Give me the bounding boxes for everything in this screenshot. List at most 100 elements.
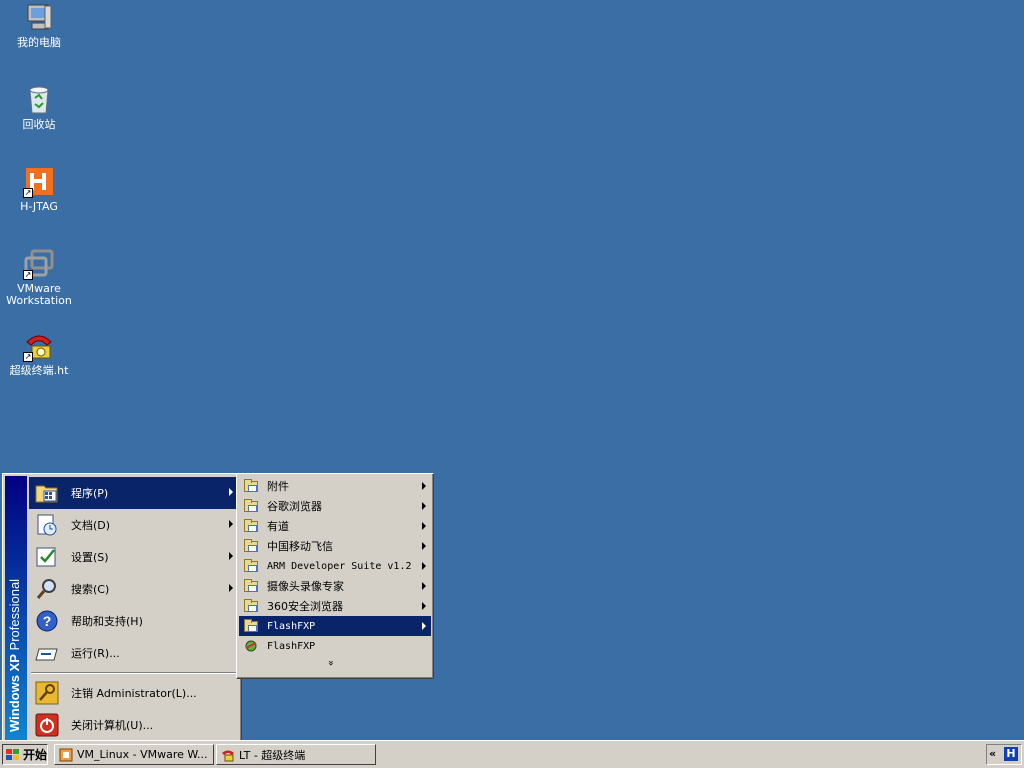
recycle-bin-icon	[23, 84, 55, 116]
desktop-icon-label: 回收站	[22, 118, 56, 131]
windows-logo-icon	[6, 748, 20, 761]
submenu-arrow-icon	[422, 502, 426, 510]
my-computer-icon	[23, 2, 55, 34]
vmware-icon: ↗	[23, 248, 55, 280]
taskbar-button-label: LT - 超级终端	[239, 748, 306, 762]
tray-expand-chevron-icon[interactable]: «	[989, 747, 996, 760]
desktop-icon-hyperterminal[interactable]: ↗ 超级终端.ht	[0, 330, 78, 377]
taskbar-button-vmware[interactable]: VM_Linux - VMware W...	[54, 744, 214, 765]
folder-icon	[243, 559, 259, 573]
shortcut-arrow-icon: ↗	[23, 188, 33, 198]
submenu-item-arm-developer-suite[interactable]: ARM Developer Suite v1.2	[239, 556, 431, 576]
submenu-item-label: ARM Developer Suite v1.2	[267, 560, 412, 572]
start-menu-item-search[interactable]: 搜索(C)	[29, 573, 239, 605]
submenu-item-label: 有道	[267, 520, 289, 533]
banner-edition: Professional	[7, 578, 22, 651]
start-menu-item-label: 帮助和支持(H)	[71, 615, 143, 628]
submenu-item-flashfxp-app[interactable]: FlashFXP	[239, 636, 431, 656]
desktop-icon-label: H-JTAG	[20, 200, 58, 213]
documents-icon	[35, 513, 59, 537]
start-menu-item-help[interactable]: ? 帮助和支持(H)	[29, 605, 239, 637]
submenu-item-label: FlashFXP	[267, 620, 316, 632]
submenu-arrow-icon	[422, 562, 426, 570]
start-menu-item-label: 关闭计算机(U)...	[71, 719, 154, 732]
desktop-icon-my-computer[interactable]: 我的电脑	[0, 2, 78, 49]
folder-icon	[243, 519, 259, 533]
start-menu-item-label: 运行(R)...	[71, 647, 120, 660]
folder-icon	[243, 619, 259, 633]
shutdown-icon	[35, 713, 59, 737]
start-menu-item-documents[interactable]: 文档(D)	[29, 509, 239, 541]
banner-brand: Windows	[7, 675, 22, 732]
shortcut-arrow-icon: ↗	[23, 270, 33, 280]
start-menu-item-label: 设置(S)	[71, 551, 109, 564]
start-menu-item-settings[interactable]: 设置(S)	[29, 541, 239, 573]
start-menu-banner: Windows XP Professional	[5, 476, 27, 740]
start-menu-item-label: 注销 Administrator(L)...	[71, 687, 197, 700]
submenu-item-fetion[interactable]: 中国移动飞信	[239, 536, 431, 556]
submenu-item-camera-recorder[interactable]: 摄像头录像专家	[239, 576, 431, 596]
submenu-arrow-icon	[422, 602, 426, 610]
taskbar-button-hyperterminal[interactable]: LT - 超级终端	[216, 744, 376, 765]
desktop-icon-h-jtag[interactable]: ↗ H-JTAG	[0, 166, 78, 213]
submenu-arrow-icon	[422, 622, 426, 630]
flashfxp-icon	[243, 639, 259, 653]
shortcut-arrow-icon: ↗	[23, 352, 33, 362]
submenu-item-google-chrome[interactable]: 谷歌浏览器	[239, 496, 431, 516]
h-jtag-icon: ↗	[23, 166, 55, 198]
submenu-item-label: 附件	[267, 480, 289, 493]
start-menu-item-logoff[interactable]: 注销 Administrator(L)...	[29, 677, 239, 709]
desktop-icon-vmware[interactable]: ↗ VMware Workstation	[0, 248, 78, 307]
start-menu-item-label: 程序(P)	[71, 487, 109, 500]
programs-icon	[35, 481, 59, 505]
help-icon: ?	[35, 609, 59, 633]
start-menu-item-label: 文档(D)	[71, 519, 111, 532]
submenu-arrow-icon	[229, 488, 233, 496]
programs-submenu: 附件 谷歌浏览器 有道 中国移动飞信 ARM Developer Suite v…	[236, 473, 434, 679]
start-menu-item-run[interactable]: 运行(R)...	[29, 637, 239, 669]
desktop-icon-label: VMware Workstation	[6, 282, 72, 307]
folder-icon	[243, 499, 259, 513]
submenu-item-label: 360安全浏览器	[267, 600, 343, 613]
folder-icon	[243, 599, 259, 613]
vmware-icon	[59, 748, 73, 762]
submenu-item-label: FlashFXP	[267, 640, 316, 652]
taskbar: 开始 VM_Linux - VMware W... LT - 超级终端 « H	[0, 740, 1024, 768]
submenu-item-youdao[interactable]: 有道	[239, 516, 431, 536]
start-menu-item-label: 搜索(C)	[71, 583, 110, 596]
folder-icon	[243, 479, 259, 493]
expand-menu-chevron-icon[interactable]: »	[325, 660, 336, 666]
desktop-icon-recycle-bin[interactable]: 回收站	[0, 84, 78, 131]
submenu-arrow-icon	[229, 520, 233, 528]
svg-text:?: ?	[43, 613, 52, 629]
banner-version: XP	[7, 654, 22, 672]
taskbar-button-label: VM_Linux - VMware W...	[77, 748, 208, 761]
folder-icon	[243, 539, 259, 553]
start-menu-item-programs[interactable]: 程序(P)	[29, 477, 239, 509]
run-icon	[35, 641, 59, 665]
submenu-arrow-icon	[422, 582, 426, 590]
banner-text: Windows XP Professional	[7, 468, 25, 732]
submenu-arrow-icon	[229, 552, 233, 560]
h-jtag-tray-icon[interactable]: H	[1004, 747, 1018, 761]
logoff-icon	[35, 681, 59, 705]
hyperterminal-icon	[221, 748, 235, 762]
submenu-item-accessories[interactable]: 附件	[239, 476, 431, 496]
start-button[interactable]: 开始	[2, 744, 48, 765]
start-button-label: 开始	[23, 748, 48, 762]
submenu-arrow-icon	[422, 482, 426, 490]
submenu-item-flashfxp-folder[interactable]: FlashFXP	[239, 616, 431, 636]
start-menu-item-shutdown[interactable]: 关闭计算机(U)...	[29, 709, 239, 741]
desktop-icon-label: 超级终端.ht	[9, 364, 69, 377]
desktop-icon-label: 我的电脑	[17, 36, 61, 49]
folder-icon	[243, 579, 259, 593]
submenu-arrow-icon	[422, 542, 426, 550]
submenu-item-label: 中国移动飞信	[267, 540, 333, 553]
submenu-item-label: 摄像头录像专家	[267, 580, 344, 593]
system-tray: « H	[986, 744, 1022, 765]
search-icon	[35, 577, 59, 601]
hyperterminal-icon: ↗	[23, 330, 55, 362]
settings-icon	[35, 545, 59, 569]
submenu-arrow-icon	[422, 522, 426, 530]
submenu-item-360-browser[interactable]: 360安全浏览器	[239, 596, 431, 616]
